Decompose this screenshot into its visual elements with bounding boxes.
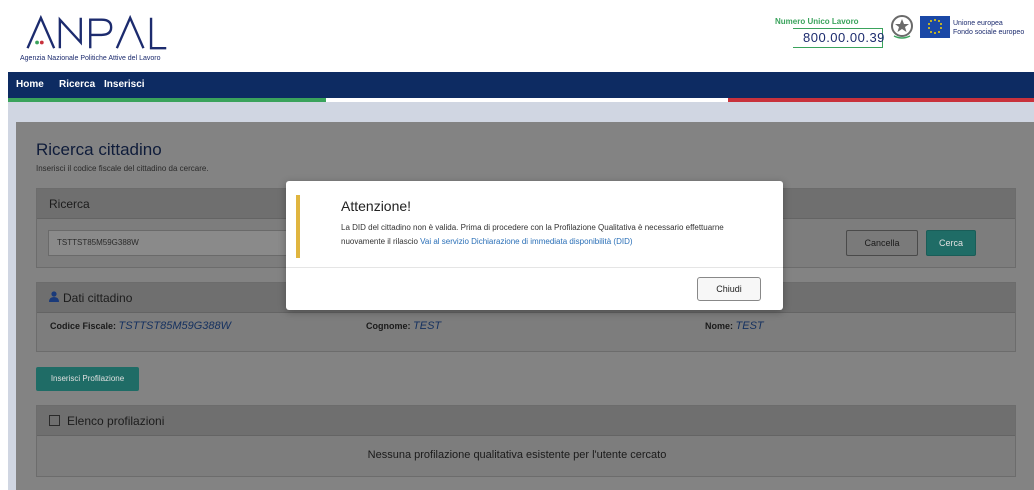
cognome-field: Cognome: TEST	[366, 320, 442, 332]
codice-fiscale-input[interactable]: TSTTST85M59G388W	[48, 230, 288, 256]
page-subtitle: Inserisci il codice fiscale del cittadin…	[36, 164, 209, 173]
nav-item-home[interactable]: Home	[16, 79, 44, 90]
cancel-button[interactable]: Cancella	[846, 230, 918, 256]
nome-value: TEST	[735, 320, 764, 332]
italian-emblem-icon	[891, 15, 913, 39]
codice-fiscale-field: Codice Fiscale: TSTTST85M59G388W	[50, 320, 232, 332]
numero-label: Numero Unico Lavoro	[775, 17, 859, 26]
user-icon	[49, 291, 59, 302]
modal-title: Attenzione!	[341, 198, 412, 214]
modal-body: Attenzione! La DID del cittadino non è v…	[286, 181, 783, 268]
cognome-value: TEST	[413, 320, 442, 332]
numero-unico-lavoro: Numero Unico Lavoro 800.00.00.39	[773, 16, 885, 50]
numero-value: 800.00.00.39	[803, 30, 885, 45]
search-button[interactable]: Cerca	[926, 230, 976, 256]
logo-subtitle: Agenzia Nazionale Politiche Attive del L…	[20, 55, 161, 62]
list-icon	[49, 415, 60, 426]
nav-item-inserisci[interactable]: Inserisci	[104, 79, 145, 90]
page-title: Ricerca cittadino	[36, 140, 162, 159]
nav-item-ricerca[interactable]: Ricerca	[59, 79, 95, 90]
profilazioni-panel: Elenco profilazioni	[36, 405, 1016, 477]
eu-fund-text: Unione europea Fondo sociale europeo	[953, 20, 1025, 36]
dati-panel-title: Dati cittadino	[63, 291, 133, 305]
modal-message: La DID del cittadino non è valida. Prima…	[341, 223, 724, 246]
eu-flag-icon	[920, 16, 950, 38]
empty-profilazioni-message: Nessuna profilazione qualitativa esisten…	[367, 449, 667, 461]
warning-modal: Attenzione! La DID del cittadino non è v…	[286, 181, 783, 310]
main-navbar: Home Ricerca Inserisci	[8, 72, 1034, 98]
codice-fiscale-value: TSTTST85M59G388W	[118, 320, 232, 332]
anpal-logo[interactable]: Agenzia Nazionale Politiche Attive del L…	[20, 14, 220, 68]
site-header: Agenzia Nazionale Politiche Attive del L…	[8, 6, 1034, 72]
profilazioni-panel-header: Elenco profilazioni	[37, 406, 1015, 436]
profilazioni-panel-title: Elenco profilazioni	[67, 414, 165, 428]
did-service-link[interactable]: Vai al servizio Dichiarazione di immedia…	[420, 237, 632, 246]
close-button[interactable]: Chiudi	[697, 277, 761, 301]
anpal-logo-mark	[26, 14, 167, 50]
insert-profilazione-button[interactable]: Inserisci Profilazione	[36, 367, 139, 391]
search-panel-title: Ricerca	[49, 197, 90, 211]
nome-field: Nome: TEST	[705, 320, 764, 332]
warning-bar	[296, 195, 300, 258]
